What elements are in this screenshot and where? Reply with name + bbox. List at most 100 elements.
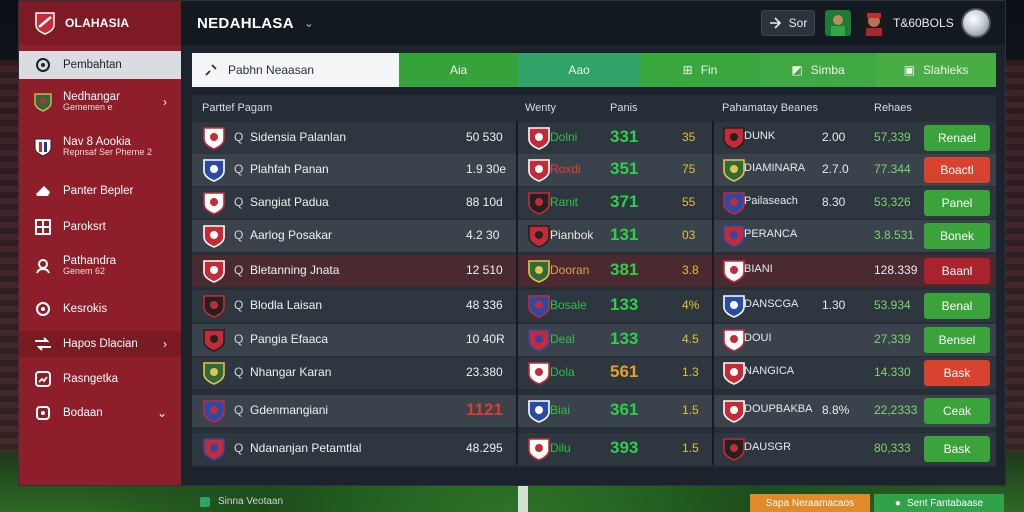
sidebar-item-3[interactable]: Panter Bepler	[19, 179, 181, 203]
opponent-name: DANSCGA	[744, 298, 799, 310]
sidebar-item-0[interactable]: Pembahtan	[19, 51, 181, 79]
sidebar-item-label: Panter Bepler	[63, 184, 134, 197]
filter-tab-2[interactable]: ⊞ Fin	[640, 53, 760, 87]
sidebar-item-9[interactable]: Bodaan ⌄	[19, 401, 181, 425]
settings-icon	[33, 299, 53, 319]
row-action-button[interactable]: Bask	[924, 360, 990, 386]
table-row[interactable]: Q Blodla Laisan 48 336 Bosale 133 4% DANSCGA 1.…	[192, 290, 996, 322]
odds-value: 1.30	[822, 298, 846, 312]
sidebar: OLAHASIA Pembahtan Nedhangar Gememen e › …	[19, 1, 181, 485]
opponent-name: Pailaseach	[744, 195, 798, 207]
sponsor-code: Bosale	[550, 298, 587, 312]
header-money: Wenty	[525, 102, 556, 114]
chevron-right-icon: ›	[163, 95, 167, 109]
row-action-button[interactable]: Bensel	[924, 327, 990, 353]
filter-tab-label: Fin	[700, 63, 718, 77]
club-crest-icon	[33, 92, 53, 112]
team-value: 48.295	[466, 441, 503, 455]
profile-ball-button[interactable]	[961, 8, 991, 38]
team-name: Bletanning Jnata	[250, 263, 340, 277]
player-avatar[interactable]	[825, 10, 851, 36]
opponent-crest-icon	[723, 400, 745, 423]
opponent-crest-icon	[723, 260, 745, 283]
opponent-crest-icon	[723, 438, 745, 461]
table-row[interactable]: Q Plahfah Panan 1.9 30e Roxdi 351 75 DIAMINARA…	[192, 154, 996, 186]
filter-tab-3[interactable]: ◩ Simba	[760, 53, 876, 87]
chevron-right-icon: ›	[163, 337, 167, 351]
column-divider	[712, 121, 714, 465]
row-action-button[interactable]: Bask	[924, 436, 990, 462]
bottom-pill-green[interactable]: ● Sent Fantabaase	[874, 494, 1004, 512]
row-action-button[interactable]: Baanl	[924, 258, 990, 284]
team-crest-icon	[203, 260, 225, 283]
table-row[interactable]: Q Sidensia Palanlan 50 530 Dolni 331 35 DUNK 2.…	[192, 122, 996, 154]
form-value: 4%	[682, 298, 700, 312]
row-action-button[interactable]: Boactl	[924, 157, 990, 183]
team-value: 23.380	[466, 365, 503, 379]
boot-icon	[33, 181, 53, 201]
table-row[interactable]: Q Gdenmangiani 1121 Biai 361 1.5 DOUPBAKBA 8.8%…	[192, 395, 996, 427]
sponsor-crest-icon	[528, 192, 550, 215]
sidebar-item-2[interactable]: Nav 8 Aookia Repnsaf Ser Pherne 2	[19, 131, 181, 163]
form-value: 1.3	[682, 365, 699, 379]
team-name: Gdenmangiani	[250, 403, 329, 417]
sponsor-code: Dolni	[550, 130, 578, 144]
brand-name: OLAHASIA	[65, 16, 130, 30]
table-row[interactable]: Q Pangia Efaaca 10 40R Deal 133 4.5 DOUI 27,339…	[192, 324, 996, 356]
sidebar-item-1[interactable]: Nedhangar Gememen e ›	[19, 87, 181, 117]
team-name: Plahfah Panan	[250, 162, 329, 176]
stats-icon: ▣	[903, 63, 915, 77]
points-value: 371	[610, 192, 639, 211]
swap-icon	[33, 334, 53, 354]
team-crest-icon	[203, 192, 225, 215]
table-row[interactable]: Q Aarlog Posakar 4.2 30 Pianbok 131 03 PERANCA…	[192, 220, 996, 252]
odds-value: 8.8%	[822, 403, 850, 417]
opponent-name: BIANI	[744, 263, 773, 275]
club-crest-icon	[33, 137, 53, 157]
filter-tab-label: Slahieks	[922, 63, 969, 77]
row-action-button[interactable]: Ceak	[924, 398, 990, 424]
points-value: 361	[610, 400, 639, 419]
person-icon	[33, 256, 53, 276]
sidebar-item-8[interactable]: Rasngetka	[19, 367, 181, 391]
search-field[interactable]: Pabhn Neaasan	[192, 53, 399, 87]
sponsor-code: Biai	[550, 403, 571, 417]
opponent-crest-icon	[723, 192, 745, 215]
opponent-name: DIAMINARA	[744, 162, 806, 174]
sidebar-item-6[interactable]: Kesrokis	[19, 297, 181, 321]
user-avatar[interactable]	[861, 10, 887, 36]
form-value: 1.5	[682, 441, 699, 455]
team-value: 1121	[466, 400, 503, 419]
brand[interactable]: OLAHASIA	[19, 1, 181, 45]
amount-value: 53.934	[874, 298, 911, 312]
sort-button[interactable]: Sor	[761, 10, 815, 36]
team-name: Sangiat Padua	[250, 195, 329, 209]
bottom-pill-orange[interactable]: Sapa Neraamacaos	[750, 494, 870, 512]
chevron-down-icon[interactable]: ⌄	[304, 16, 314, 30]
opponent-name: DAUSGR	[744, 441, 792, 453]
table-row[interactable]: Q Ndananjan Petamtlal 48.295 Dilu 393 1.5 DAUS…	[192, 433, 996, 465]
sidebar-item-5[interactable]: Pathandra Genem 62	[19, 251, 181, 281]
header-rating: Rehaes	[874, 102, 912, 114]
team-crest-icon	[203, 295, 225, 318]
team-value: 12 510	[466, 263, 503, 277]
sidebar-item-4[interactable]: Paroksrt	[19, 215, 181, 239]
table-row[interactable]: Q Bletanning Jnata 12 510 Dooran 381 3.8 BIANI…	[192, 255, 996, 287]
filter-tab-0[interactable]: Aia	[399, 53, 518, 87]
filter-tab-4[interactable]: ▣ Slahieks	[876, 53, 996, 87]
sponsor-crest-icon	[528, 362, 550, 385]
row-action-button[interactable]: Panel	[924, 190, 990, 216]
filter-tab-1[interactable]: Aao	[518, 53, 640, 87]
player-badge-icon: Q	[234, 298, 244, 312]
sort-button-label: Sor	[788, 16, 808, 30]
sidebar-item-7[interactable]: Hapos Dlacian ›	[19, 331, 181, 357]
row-action-button[interactable]: Renael	[924, 125, 990, 151]
row-action-button[interactable]: Benal	[924, 293, 990, 319]
sidebar-item-label: Paroksrt	[63, 220, 106, 233]
row-action-button[interactable]: Bonek	[924, 223, 990, 249]
sponsor-code: Roxdi	[550, 162, 581, 176]
player-badge-icon: Q	[234, 441, 244, 455]
table-row[interactable]: Q Sangiat Padua 88 10d Ranit 371 55 Pailaseach…	[192, 187, 996, 219]
points-value: 133	[610, 329, 639, 348]
table-row[interactable]: Q Nhangar Karan 23.380 Dola 561 1.3 NANGICA 14.…	[192, 357, 996, 389]
